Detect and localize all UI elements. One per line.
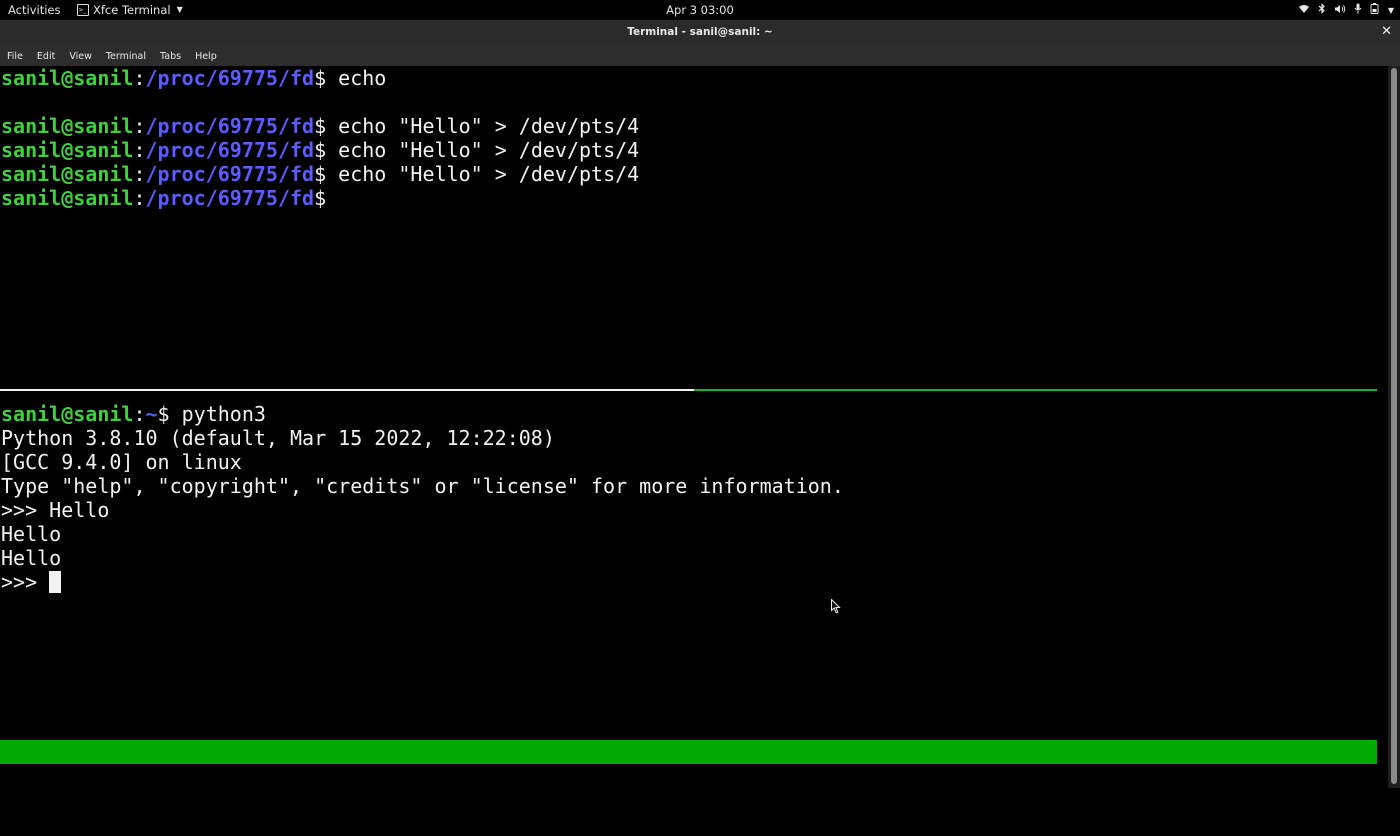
python-repl-prompt-line[interactable]: >>> (1, 570, 62, 594)
terminal-line: [GCC 9.4.0] on linux (1, 450, 242, 474)
repl-prompt: >>> (1, 570, 50, 594)
terminal-line: sanil@sanil:/proc/69775/fd$ echo "Hello"… (1, 114, 640, 138)
terminal-area[interactable]: sanil@sanil:/proc/69775/fd$ echo sanil@s… (0, 66, 1388, 812)
active-pane-border[interactable] (694, 389, 1377, 391)
menu-terminal[interactable]: Terminal (99, 51, 153, 62)
terminal-line: Type "help", "copyright", "credits" or "… (1, 474, 844, 498)
battery-icon (1370, 3, 1380, 18)
text-cursor (49, 571, 62, 593)
tmux-host-clock: "sanil" 03:00 03-Apr-22 (1098, 788, 1375, 812)
microphone-icon (1354, 3, 1362, 18)
scrollbar-thumb[interactable] (1391, 68, 1397, 784)
tmux-status-bar: [sanil-10]0:python3* "sanil" 03:00 03-Ap… (0, 740, 1377, 812)
menu-tabs[interactable]: Tabs (153, 51, 188, 62)
bluetooth-icon (1318, 3, 1326, 18)
volume-icon (1334, 4, 1346, 18)
menu-view[interactable]: View (62, 51, 99, 62)
close-icon[interactable]: ✕ (1381, 24, 1392, 39)
terminal-line: sanil@sanil:/proc/69775/fd$ (1, 186, 327, 210)
menu-edit[interactable]: Edit (30, 51, 62, 62)
terminal-line: Hello (1, 522, 62, 546)
terminal-line: >>> Hello (1, 498, 110, 522)
scrollbar[interactable] (1388, 66, 1400, 788)
menu-help[interactable]: Help (188, 51, 224, 62)
terminal-line: sanil@sanil:~$ python3 (1, 402, 266, 426)
menu-bar: File Edit View Terminal Tabs Help (0, 46, 1400, 67)
menu-file[interactable]: File (0, 51, 30, 62)
clock[interactable]: Apr 3 03:00 (0, 3, 1400, 17)
terminal-line: sanil@sanil:/proc/69775/fd$ echo "Hello"… (1, 162, 640, 186)
wifi-icon (1298, 4, 1310, 18)
system-menu-caret-icon: ▼ (1387, 5, 1394, 15)
window-titlebar[interactable]: Terminal - sanil@sanil: ~ ✕ (0, 20, 1400, 46)
system-tray[interactable]: ▼ (1298, 3, 1394, 18)
gnome-top-bar: Activities >_ Xfce Terminal ▼ Apr 3 03:0… (0, 0, 1400, 20)
pane-divider[interactable] (0, 389, 694, 391)
terminal-line: sanil@sanil:/proc/69775/fd$ echo "Hello"… (1, 138, 640, 162)
terminal-line: Python 3.8.10 (default, Mar 15 2022, 12:… (1, 426, 555, 450)
window-title: Terminal - sanil@sanil: ~ (627, 26, 773, 38)
tmux-session-window: [sanil-10]0:python3* (1, 764, 242, 788)
terminal-line: sanil@sanil:/proc/69775/fd$ echo (1, 66, 387, 90)
terminal-line: Hello (1, 546, 62, 570)
